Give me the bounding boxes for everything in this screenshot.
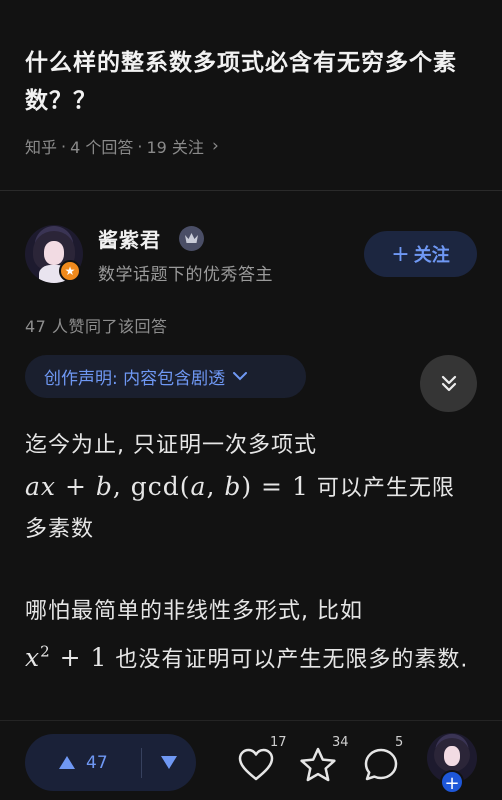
question-title[interactable]: 什么样的整系数多项式必含有无穷多个素数？？ — [25, 44, 477, 120]
author-description: 数学话题下的优秀答主 — [98, 265, 273, 285]
comment-button[interactable]: 5 — [361, 735, 403, 785]
downvote-triangle-icon — [161, 756, 177, 769]
answer-paragraph: 哪怕最简单的非线性多形式, 比如 x2 + 1 也没有证明可以产生无限多的素数. — [25, 591, 477, 680]
favorite-count: 34 — [332, 735, 349, 750]
like-button[interactable]: 17 — [236, 735, 287, 785]
downvote-button[interactable] — [142, 755, 196, 770]
comment-bubble-icon — [364, 748, 398, 781]
divider — [0, 190, 502, 191]
like-count: 17 — [270, 735, 287, 750]
meta-dot: · — [61, 136, 67, 156]
answer-paragraph: 迄今为止, 只证明一次多项式 ax + b, gcd(a, b) = 1 可以产… — [25, 425, 477, 550]
author-name[interactable]: 酱紫君 — [98, 224, 161, 253]
paragraph-text: 也没有证明可以产生无限多的素数. — [115, 647, 469, 673]
chevron-right-icon: › — [211, 136, 219, 156]
answer-page: 什么样的整系数多项式必含有无穷多个素数？？ 知乎 · 4 个回答 · 19 关注… — [0, 0, 502, 800]
avatar-face — [444, 746, 460, 766]
comment-count: 5 — [395, 735, 404, 750]
upvote-count: 47 — [86, 752, 108, 773]
follow-button[interactable]: + 关注 — [364, 231, 477, 277]
crown-icon[interactable] — [179, 226, 204, 251]
plus-icon[interactable]: + — [440, 770, 464, 794]
plus-icon: + — [391, 241, 410, 267]
star-badge-icon: ★ — [59, 260, 81, 282]
paragraph-text: 哪怕最简单的非线性多形式, 比如 — [25, 599, 363, 624]
math-formula-gcd: ax + b, gcd(a, b) = 1 — [25, 472, 309, 501]
collapse-button[interactable] — [420, 355, 477, 412]
meta-dot: · — [137, 136, 143, 156]
upvote-triangle-icon — [59, 756, 75, 769]
author-row: ★ 酱紫君 数学话题下的优秀答主 + 关注 — [25, 222, 477, 292]
paragraph-text: 迄今为止, 只证明一次多项式 — [25, 433, 317, 458]
heart-icon — [238, 748, 274, 781]
upvote-button[interactable]: 47 — [25, 753, 141, 773]
bottom-action-bar: 47 17 34 5 + — [0, 720, 502, 800]
question-header: 什么样的整系数多项式必含有无穷多个素数？？ 知乎 · 4 个回答 · 19 关注… — [25, 44, 477, 158]
math-formula-x2: x2 + 1 — [25, 643, 108, 673]
vote-pill: 47 — [25, 734, 196, 791]
question-meta[interactable]: 知乎 · 4 个回答 · 19 关注 › — [25, 134, 477, 158]
star-icon — [300, 747, 336, 782]
avatar-face — [44, 241, 64, 265]
follow-count: 19 关注 — [146, 138, 204, 157]
double-chevron-down-icon — [441, 375, 456, 391]
favorite-button[interactable]: 34 — [298, 735, 349, 785]
crown-icon-svg — [185, 233, 198, 243]
spoiler-notice[interactable]: 创作声明: 内容包含剧透 — [25, 355, 306, 398]
answer-count: 4 个回答 — [70, 138, 134, 157]
likes-summary: 47 人赞同了该回答 — [25, 317, 168, 336]
chevron-down-icon — [233, 372, 248, 381]
answer-content: 迄今为止, 只证明一次多项式 ax + b, gcd(a, b) = 1 可以产… — [25, 425, 477, 721]
notice-label: 创作声明: 内容包含剧透 — [44, 369, 226, 389]
follow-label: 关注 — [413, 245, 450, 266]
source-label: 知乎 — [25, 138, 58, 157]
